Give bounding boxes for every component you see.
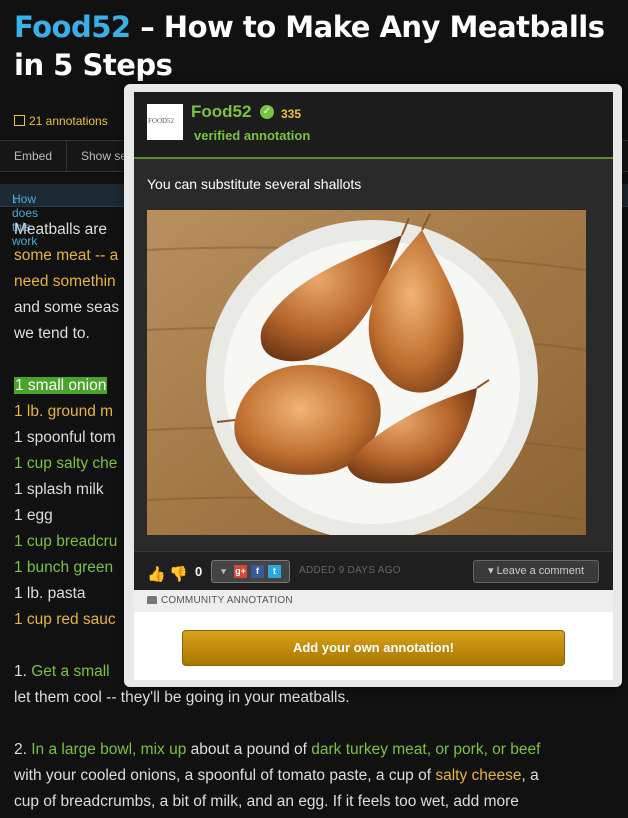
avatar[interactable]: FOOD52 xyxy=(147,104,183,140)
intro-line-4: and some seas xyxy=(14,299,120,316)
annotation-popup: FOOD52 Food52 ✓ 335 verified annotation … xyxy=(124,84,622,687)
thumbs-down-icon[interactable]: 👎 xyxy=(169,565,188,583)
chevron-down-icon: ▾ xyxy=(221,566,226,576)
annotations-label: 21 annotations xyxy=(29,114,108,128)
ingredient-item: 1 egg xyxy=(14,507,53,524)
show-button[interactable]: Show se xyxy=(81,141,127,171)
annotator-name[interactable]: Food52 xyxy=(191,102,251,122)
article-title: Food52 – How to Make Any Meatballs in 5 … xyxy=(14,8,614,84)
community-label: COMMUNITY ANNOTATION xyxy=(161,595,293,606)
facebook-icon[interactable]: f xyxy=(251,565,264,578)
step-2-line-1: 2. In a large bowl, mix up about a pound… xyxy=(14,741,541,758)
step-1-line-1: 1. Get a small xyxy=(14,663,110,680)
intro-line-1: Meatballs are xyxy=(14,221,108,238)
intro-line-3[interactable]: need somethin xyxy=(14,273,116,291)
annotations-count[interactable]: 21 annotations xyxy=(14,114,108,128)
step-2-line-3: cup of breadcrumbs, a bit of milk, and a… xyxy=(14,793,519,810)
ingredient-item: 1 lb. pasta xyxy=(14,585,86,602)
leave-comment-button[interactable]: ▾ Leave a comment xyxy=(473,560,599,583)
vote-count: 0 xyxy=(195,564,203,579)
twitter-icon[interactable]: t xyxy=(268,565,281,578)
thumbs-up-icon[interactable]: 👍 xyxy=(147,565,166,583)
annotation-panel: FOOD52 Food52 ✓ 335 verified annotation … xyxy=(134,92,613,680)
toolbar-divider xyxy=(66,141,67,171)
add-annotation-button[interactable]: Add your own annotation! xyxy=(182,630,565,666)
annotation-footer: 👍 👎 0 ▾ g+ f t ADDED 9 DAYS AGO ▾ Leave … xyxy=(134,551,613,591)
ingredient-item: 1 spoonful tom xyxy=(14,429,116,446)
share-button[interactable]: ▾ g+ f t xyxy=(211,560,290,583)
chevron-down-icon: ▾ xyxy=(487,565,497,577)
ingredient-item[interactable]: 1 cup red sauc xyxy=(14,611,116,629)
ingredient-item[interactable]: 1 cup salty che xyxy=(14,455,117,473)
intro-line-2[interactable]: some meat -- a xyxy=(14,247,118,265)
title-brand[interactable]: Food52 xyxy=(14,10,131,44)
shallots-photo xyxy=(147,210,586,535)
intro-line-5: we tend to. xyxy=(14,325,90,342)
people-icon xyxy=(147,596,157,604)
verified-check-icon: ✓ xyxy=(260,105,274,119)
annotation-header: FOOD52 Food52 ✓ 335 verified annotation xyxy=(134,92,613,159)
annotation-text: You can substitute several shallots xyxy=(147,176,362,192)
annotations-icon xyxy=(14,115,25,126)
verified-label: verified annotation xyxy=(194,128,311,143)
annotator-score: 335 xyxy=(281,107,302,121)
how-link[interactable]: How does this work xyxy=(12,192,38,248)
step-2-line-2: with your cooled onions, a spoonful of t… xyxy=(14,767,539,784)
leave-comment-label: Leave a comment xyxy=(496,565,584,577)
ingredient-item[interactable]: 1 small onion xyxy=(14,377,108,395)
ingredient-item: 1 splash milk xyxy=(14,481,104,498)
ingredient-item[interactable]: 1 bunch green xyxy=(14,559,113,577)
google-plus-icon[interactable]: g+ xyxy=(234,565,247,578)
shallots-image xyxy=(147,210,586,535)
avatar-text: FOOD52 xyxy=(148,117,175,125)
add-annotation-area: Add your own annotation! xyxy=(134,612,613,680)
added-timestamp: ADDED 9 DAYS AGO xyxy=(299,565,401,576)
embed-button[interactable]: Embed xyxy=(14,141,52,171)
community-annotation-bar: COMMUNITY ANNOTATION xyxy=(134,590,613,613)
ingredient-item[interactable]: 1 cup breadcru xyxy=(14,533,117,551)
step-1-line-2: let them cool -- they'll be going in you… xyxy=(14,689,350,706)
ingredient-item[interactable]: 1 lb. ground m xyxy=(14,403,113,421)
